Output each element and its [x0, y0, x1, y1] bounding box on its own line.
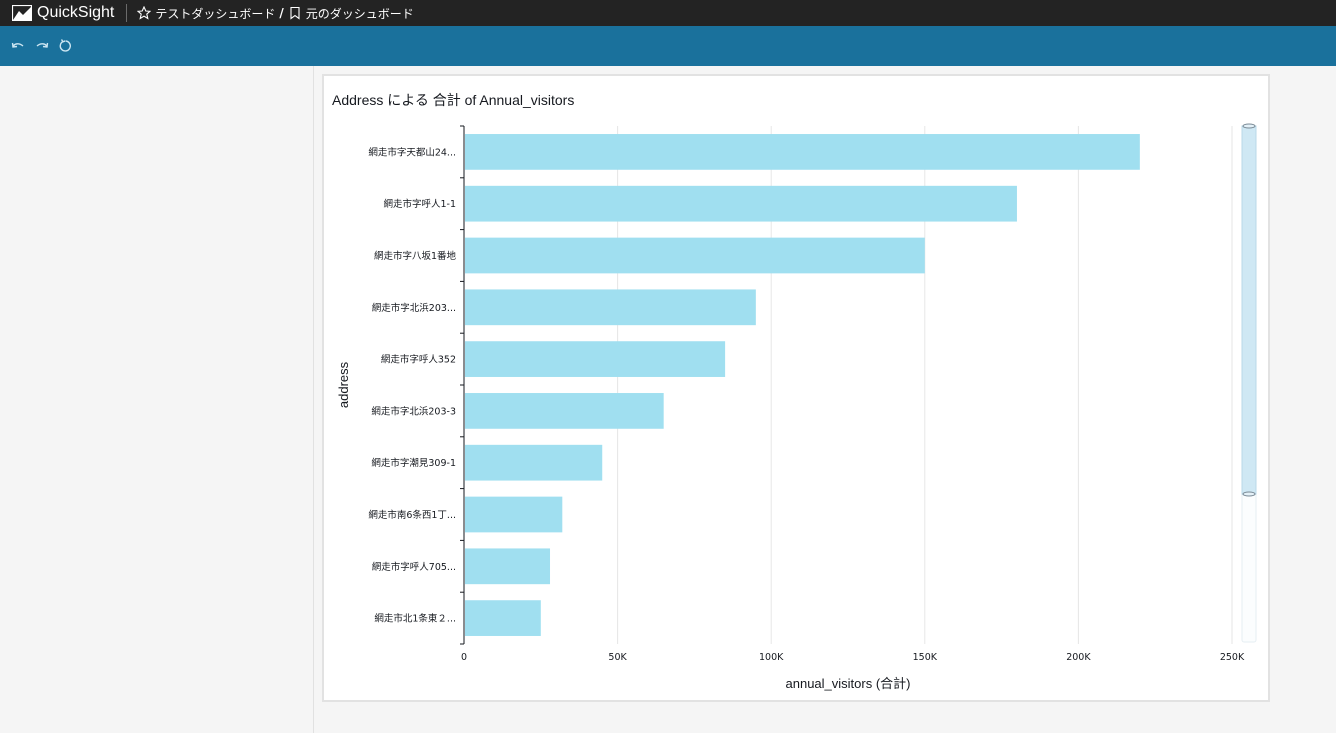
- x-tick-label: 250K: [1220, 652, 1245, 663]
- reset-icon: [59, 39, 71, 52]
- quicksight-logo-icon: [12, 5, 32, 21]
- undo-button[interactable]: [6, 34, 30, 58]
- y-tick-label: 網走市南6条西1丁...: [368, 509, 456, 521]
- x-tick-label: 100K: [759, 652, 784, 663]
- x-tick-label: 150K: [913, 652, 938, 663]
- breadcrumb-separator: /: [279, 6, 284, 20]
- redo-icon: [36, 42, 49, 48]
- reset-button[interactable]: [54, 34, 78, 58]
- bar-chart-visual[interactable]: Address による 合計 of Annual_visitors 網走市字天都…: [322, 74, 1270, 702]
- toolbar: [0, 26, 1336, 66]
- scrollbar-handle-top[interactable]: [1242, 123, 1256, 129]
- y-tick-label: 網走市字天都山24...: [368, 146, 456, 158]
- bar[interactable]: [465, 393, 664, 429]
- breadcrumb-source[interactable]: 元のダッシュボード: [306, 5, 414, 22]
- y-tick-label: 網走市字呼人1-1: [383, 198, 456, 210]
- bar[interactable]: [465, 548, 551, 585]
- bar[interactable]: [465, 444, 603, 481]
- redo-button[interactable]: [30, 34, 54, 58]
- chart-scrollbar[interactable]: [1241, 123, 1257, 643]
- y-tick-label: 網走市字呼人352: [381, 354, 456, 366]
- y-tick-label: 網走市字北浜203...: [372, 302, 456, 314]
- bar-chart: 網走市字天都山24... 網走市字呼人1-1 網走市字八坂1番地網走市字北浜203.…: [336, 123, 1257, 691]
- x-axis-title: annual_visitors (合計): [786, 676, 911, 691]
- breadcrumb-dashboard[interactable]: テストダッシュボード: [155, 5, 275, 22]
- bar[interactable]: [465, 289, 756, 326]
- bar[interactable]: [465, 496, 563, 533]
- scrollbar-handle-bottom[interactable]: [1242, 491, 1256, 497]
- scrollbar-thumb[interactable]: [1241, 125, 1257, 495]
- left-panel: [0, 66, 314, 733]
- quicksight-logo[interactable]: QuickSight: [0, 0, 114, 26]
- bar[interactable]: [465, 185, 1017, 222]
- bookmark-icon[interactable]: [288, 6, 302, 20]
- y-tick-label: 網走市字北浜203-3: [371, 405, 456, 417]
- y-tick-label: 網走市字潮見309-1: [371, 457, 456, 469]
- x-tick-label: 200K: [1066, 652, 1091, 663]
- bar[interactable]: [465, 134, 1140, 170]
- brand-name: QuickSight: [37, 4, 115, 21]
- star-icon[interactable]: [137, 6, 152, 20]
- bar[interactable]: [465, 237, 925, 274]
- undo-icon: [11, 42, 24, 48]
- top-bar: QuickSight テストダッシュボード / 元のダッシュボード: [0, 0, 1336, 26]
- bar[interactable]: [465, 600, 541, 636]
- bar[interactable]: [465, 341, 726, 377]
- top-divider: [126, 4, 128, 22]
- y-tick-label: 網走市北1条東２...: [374, 613, 456, 625]
- y-axis-title: address: [336, 361, 351, 408]
- y-tick-label: 網走市字呼人705...: [372, 561, 456, 573]
- x-tick-label: 0: [461, 652, 467, 663]
- x-tick-label: 50K: [608, 652, 627, 663]
- y-tick-label: 網走市字八坂1番地: [374, 250, 457, 262]
